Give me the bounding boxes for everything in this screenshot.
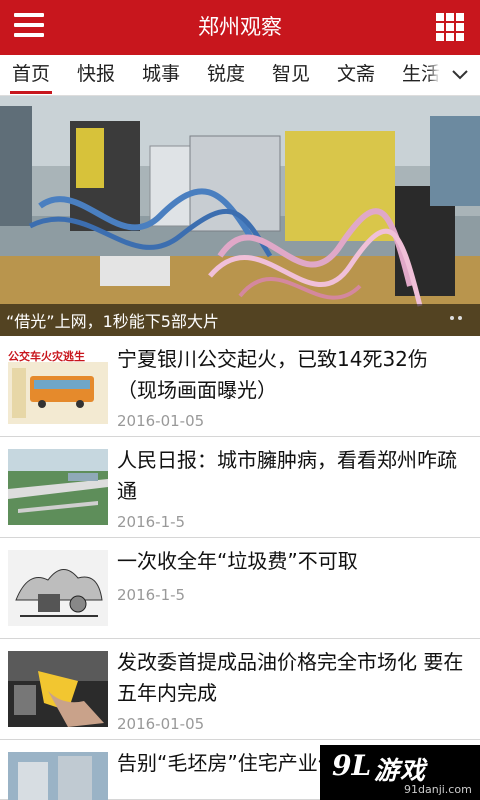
news-thumbnail	[8, 651, 108, 727]
banner-carousel[interactable]: “借光”上网，1秒能下5部大片	[0, 96, 480, 336]
watermark-url: 91danji.com	[404, 783, 472, 796]
tab-sharp[interactable]: 锐度	[207, 55, 245, 95]
grid-apps-icon[interactable]	[436, 13, 464, 41]
news-headline: 一次收全年“垃圾费”不可取	[117, 549, 358, 573]
watermark-logo: 9L	[332, 749, 372, 782]
news-list: 公交车火灾逃生 宁夏银川公交起火，已致14死32伤（现场画面曝光） 2016-0…	[0, 336, 480, 800]
watermark-logo-text: 游戏	[374, 756, 427, 785]
news-thumbnail	[8, 752, 108, 800]
tab-life[interactable]: 生活	[402, 55, 440, 95]
tab-culture[interactable]: 文斋	[337, 55, 375, 95]
tab-express[interactable]: 快报	[77, 55, 115, 95]
news-item[interactable]: 公交车火灾逃生 宁夏银川公交起火，已致14死32伤（现场画面曝光） 2016-0…	[0, 336, 480, 437]
news-item[interactable]: 一次收全年“垃圾费”不可取 2016-1-5	[0, 538, 480, 639]
carousel-indicator	[446, 305, 462, 324]
app-header: 郑州观察	[0, 0, 480, 55]
news-thumbnail: 公交车火灾逃生	[8, 348, 108, 424]
news-headline: 人民日报：城市臃肿病，看看郑州咋疏通	[117, 448, 457, 503]
news-thumbnail	[8, 449, 108, 525]
site-watermark: 9L 游戏 91danji.com	[320, 745, 480, 800]
news-date: 2016-1-5	[117, 586, 186, 604]
tab-city[interactable]: 城事	[142, 55, 180, 95]
chevron-down-icon	[452, 70, 468, 80]
app-title: 郑州观察	[198, 15, 282, 39]
news-item[interactable]: 人民日报：城市臃肿病，看看郑州咋疏通 2016-1-5	[0, 437, 480, 538]
news-item[interactable]: 发改委首提成品油价格完全市场化 要在五年内完成 2016-01-05	[0, 639, 480, 740]
news-thumbnail	[8, 550, 108, 626]
news-date: 2016-01-05	[117, 412, 205, 430]
thumbnail-text: 公交车火灾逃生	[8, 350, 85, 363]
tab-home[interactable]: 首页	[9, 55, 53, 95]
more-tabs-button[interactable]	[440, 55, 480, 95]
banner-caption: “借光”上网，1秒能下5部大片	[6, 312, 219, 331]
news-headline: 宁夏银川公交起火，已致14死32伤（现场画面曝光）	[117, 347, 428, 402]
news-date: 2016-1-5	[117, 513, 186, 531]
tab-insight[interactable]: 智见	[272, 55, 310, 95]
category-tabs: 首页 快报 城事 锐度 智见 文斋 生活	[0, 55, 480, 96]
news-headline: 发改委首提成品油价格完全市场化 要在五年内完成	[117, 650, 464, 705]
banner-image	[0, 96, 480, 336]
news-date: 2016-01-05	[117, 715, 205, 733]
